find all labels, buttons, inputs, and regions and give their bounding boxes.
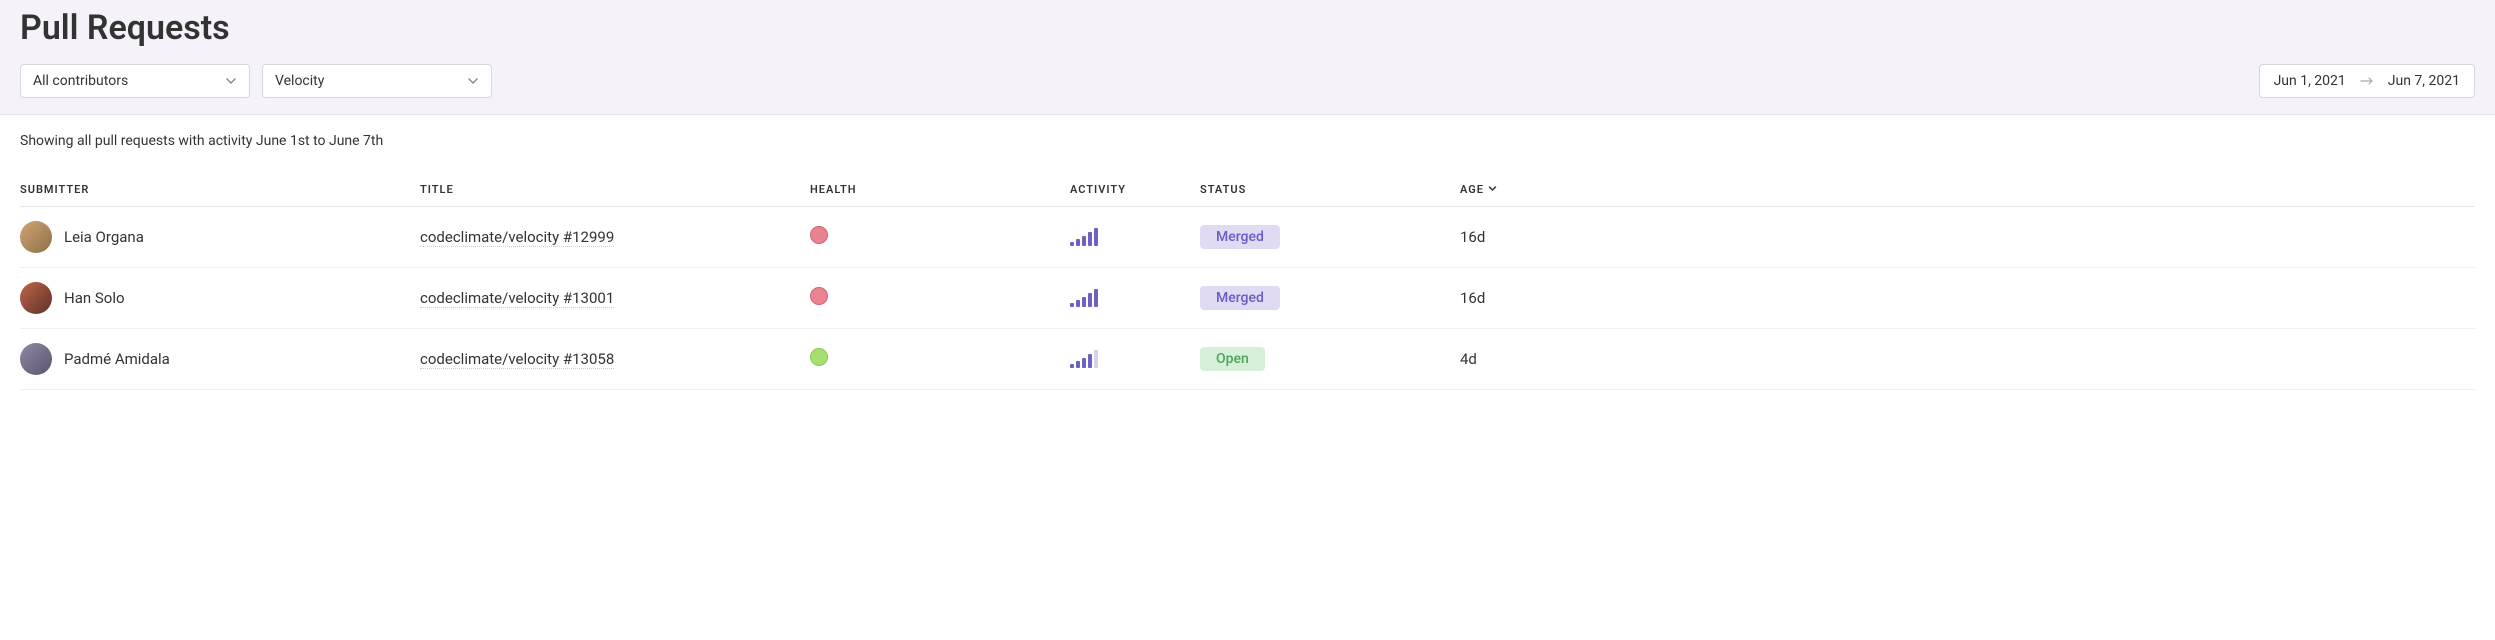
chevron-down-icon <box>225 75 237 87</box>
age-cell: 4d <box>1460 350 2475 368</box>
submitter-name: Leia Organa <box>64 228 144 246</box>
header-status[interactable]: STATUS <box>1200 183 1460 196</box>
header-age[interactable]: AGE <box>1460 183 2475 196</box>
arrow-right-icon <box>2360 76 2374 86</box>
date-range-start: Jun 1, 2021 <box>2274 73 2346 89</box>
submitter-cell: Han Solo <box>20 282 420 314</box>
status-cell: Open <box>1200 347 1460 371</box>
pr-title-link[interactable]: codeclimate/velocity #12999 <box>420 228 614 247</box>
avatar <box>20 343 52 375</box>
chevron-down-icon <box>467 75 479 87</box>
table-row[interactable]: Leia Organa codeclimate/velocity #12999 Me… <box>20 207 2475 268</box>
content: Showing all pull requests with activity … <box>0 115 2495 408</box>
status-badge: Merged <box>1200 225 1280 249</box>
submitter-name: Han Solo <box>64 289 125 307</box>
health-indicator-icon <box>810 226 828 244</box>
contributors-filter-dropdown[interactable]: All contributors <box>20 64 250 98</box>
header-health[interactable]: HEALTH <box>810 183 1070 196</box>
header-activity[interactable]: ACTIVITY <box>1070 183 1200 196</box>
header-section: Pull Requests All contributors Velocity … <box>0 0 2495 115</box>
status-badge: Open <box>1200 347 1265 371</box>
header-submitter[interactable]: SUBMITTER <box>20 183 420 196</box>
page-title: Pull Requests <box>20 8 2475 48</box>
avatar <box>20 282 52 314</box>
repo-filter-dropdown[interactable]: Velocity <box>262 64 492 98</box>
age-cell: 16d <box>1460 228 2475 246</box>
table-row[interactable]: Padmé Amidala codeclimate/velocity #13058… <box>20 329 2475 390</box>
table-row[interactable]: Han Solo codeclimate/velocity #13001 Merge… <box>20 268 2475 329</box>
header-title[interactable]: TITLE <box>420 183 810 196</box>
submitter-name: Padmé Amidala <box>64 350 170 368</box>
activity-bars-icon <box>1070 228 1200 246</box>
date-range-picker[interactable]: Jun 1, 2021 Jun 7, 2021 <box>2259 64 2475 98</box>
activity-cell <box>1070 350 1200 368</box>
activity-bars-icon <box>1070 289 1200 307</box>
status-cell: Merged <box>1200 286 1460 310</box>
health-cell <box>810 226 1070 248</box>
activity-cell <box>1070 289 1200 307</box>
submitter-cell: Padmé Amidala <box>20 343 420 375</box>
contributors-filter-label: All contributors <box>33 73 128 89</box>
submitter-cell: Leia Organa <box>20 221 420 253</box>
avatar <box>20 221 52 253</box>
repo-filter-label: Velocity <box>275 73 324 89</box>
date-range-end: Jun 7, 2021 <box>2388 73 2460 89</box>
health-cell <box>810 287 1070 309</box>
chevron-down-icon <box>1488 183 1497 196</box>
activity-cell <box>1070 228 1200 246</box>
status-badge: Merged <box>1200 286 1280 310</box>
controls-row: All contributors Velocity Jun 1, 2021 Ju… <box>20 64 2475 98</box>
activity-bars-icon <box>1070 350 1200 368</box>
age-cell: 16d <box>1460 289 2475 307</box>
summary-text: Showing all pull requests with activity … <box>20 133 2475 149</box>
health-indicator-icon <box>810 348 828 366</box>
table-header: SUBMITTER TITLE HEALTH ACTIVITY STATUS A… <box>20 173 2475 207</box>
header-age-label: AGE <box>1460 183 1484 196</box>
pr-title-link[interactable]: codeclimate/velocity #13058 <box>420 350 614 369</box>
pr-table: SUBMITTER TITLE HEALTH ACTIVITY STATUS A… <box>20 173 2475 390</box>
filters-left: All contributors Velocity <box>20 64 492 98</box>
health-indicator-icon <box>810 287 828 305</box>
health-cell <box>810 348 1070 370</box>
pr-title-link[interactable]: codeclimate/velocity #13001 <box>420 289 614 308</box>
status-cell: Merged <box>1200 225 1460 249</box>
